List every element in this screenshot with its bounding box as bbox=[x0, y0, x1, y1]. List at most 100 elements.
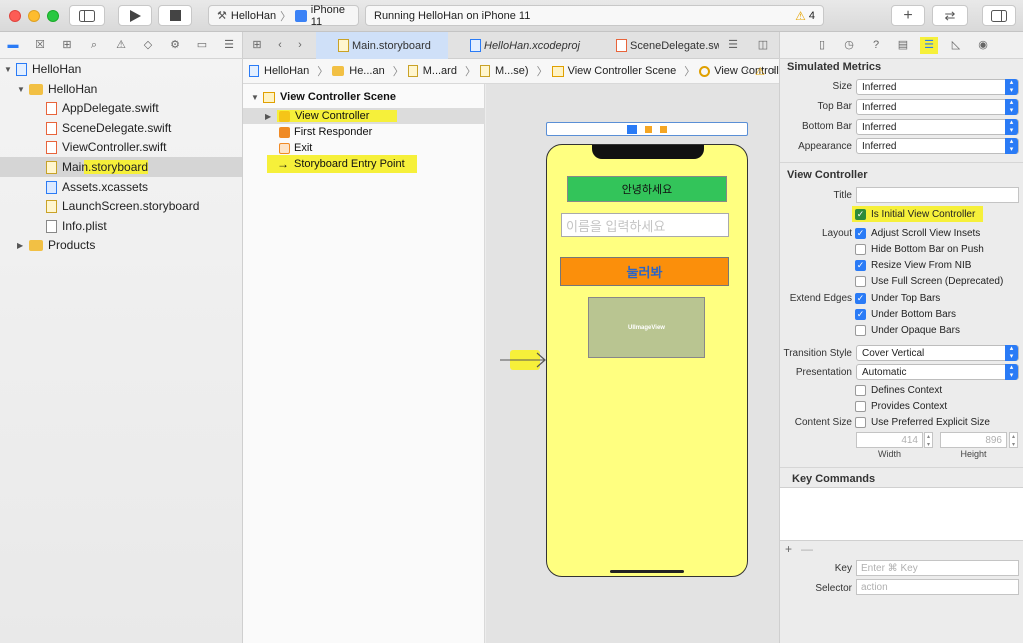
folder-icon[interactable]: ▬ bbox=[6, 39, 20, 52]
breakpoint-icon[interactable]: ▭ bbox=[195, 39, 209, 52]
tab-xcodeproj[interactable]: HelloHan.xcodeproj bbox=[448, 32, 594, 59]
warning-icon[interactable]: ⚠ bbox=[755, 65, 765, 78]
outline-item-exit[interactable]: Exit bbox=[243, 140, 485, 156]
minimize-window-button[interactable] bbox=[28, 10, 40, 22]
provides-context-checkbox[interactable]: Provides Context bbox=[855, 399, 947, 413]
top-bar-popup[interactable]: Inferred ▴ ▾ bbox=[856, 99, 1019, 115]
disclosure-open-icon[interactable]: ▼ bbox=[251, 93, 261, 102]
add-key-command-button[interactable]: + bbox=[785, 542, 792, 556]
source-control-icon[interactable]: ☒ bbox=[33, 39, 47, 52]
height-stepper[interactable]: ▴ ▾ bbox=[1009, 432, 1018, 448]
help-inspector-icon[interactable]: ? bbox=[869, 39, 883, 52]
greeting-label[interactable]: 안녕하세요 bbox=[567, 176, 727, 202]
issue-icon[interactable]: ⚠ bbox=[114, 39, 128, 52]
first-responder-dock-icon[interactable] bbox=[645, 125, 652, 133]
tree-item-file[interactable]: AppDelegate.swift bbox=[0, 98, 242, 118]
jump-bar-item[interactable]: M...se) bbox=[479, 65, 529, 77]
title-field[interactable] bbox=[856, 187, 1019, 203]
iphone-frame[interactable]: 안녕하세요 이름을 입력하세요 눌러봐 UIImageView bbox=[546, 144, 748, 577]
warning-indicator[interactable]: ⚠ 4 bbox=[795, 9, 815, 23]
run-button[interactable] bbox=[118, 5, 152, 26]
under-opaque-bars-checkbox[interactable]: Under Opaque Bars bbox=[855, 323, 960, 337]
size-inspector-icon[interactable]: ◺ bbox=[949, 39, 963, 52]
use-preferred-size-checkbox[interactable]: Use Preferred Explicit Size bbox=[855, 415, 990, 429]
tree-item-file[interactable]: LaunchScreen.storyboard bbox=[0, 196, 242, 216]
under-bottom-bars-checkbox[interactable]: ✓ Under Bottom Bars bbox=[855, 307, 956, 321]
previous-issue-icon[interactable]: ‹ bbox=[745, 65, 749, 77]
transition-style-popup[interactable]: Cover Vertical ▴ ▾ bbox=[856, 345, 1019, 361]
appearance-popup[interactable]: Inferred ▴ ▾ bbox=[856, 138, 1019, 154]
library-button[interactable]: + bbox=[891, 5, 925, 26]
disclosure-open-icon[interactable]: ▼ bbox=[17, 85, 27, 94]
remove-key-command-button[interactable]: — bbox=[801, 542, 813, 556]
press-button[interactable]: 눌러봐 bbox=[560, 257, 729, 286]
tree-item-file[interactable]: Info.plist bbox=[0, 216, 242, 236]
view-controller-dock-icon[interactable] bbox=[627, 124, 637, 134]
outline-item-entry-point[interactable]: → Storyboard Entry Point bbox=[243, 155, 485, 173]
storyboard-canvas[interactable]: 안녕하세요 이름을 입력하세요 눌러봐 UIImageView bbox=[486, 84, 779, 643]
toggle-inspector-button[interactable] bbox=[982, 5, 1016, 26]
test-icon[interactable]: ◇ bbox=[141, 39, 155, 52]
report-icon[interactable]: ☰ bbox=[222, 39, 236, 52]
jump-bar-item[interactable]: View Controller Scene bbox=[551, 65, 676, 77]
outline-item-first-responder[interactable]: First Responder bbox=[243, 124, 485, 140]
toggle-navigator-button[interactable] bbox=[69, 5, 105, 26]
scheme-selector[interactable]: ⚒ HelloHan 〉 iPhone 11 bbox=[208, 4, 359, 28]
defines-context-checkbox[interactable]: Defines Context bbox=[855, 383, 942, 397]
width-field[interactable]: 414 bbox=[856, 432, 923, 448]
history-inspector-icon[interactable]: ◷ bbox=[842, 39, 856, 52]
stop-button[interactable] bbox=[158, 5, 192, 26]
tree-item-file[interactable]: SceneDelegate.swift bbox=[0, 118, 242, 138]
presentation-popup[interactable]: Automatic ▴ ▾ bbox=[856, 364, 1019, 380]
jump-bar-item[interactable]: View Controller bbox=[699, 65, 779, 77]
bottom-bar-popup[interactable]: Inferred ▴ ▾ bbox=[856, 119, 1019, 135]
resize-from-nib-checkbox[interactable]: ✓ Resize View From NIB bbox=[855, 258, 971, 272]
connections-inspector-icon[interactable]: ◉ bbox=[976, 39, 990, 52]
disclosure-closed-icon[interactable]: ▶ bbox=[265, 112, 275, 121]
selector-field[interactable]: action bbox=[856, 579, 1019, 595]
tree-item-project[interactable]: ▼ HelloHan bbox=[0, 59, 242, 79]
size-popup[interactable]: Inferred ▴ ▾ bbox=[856, 79, 1019, 95]
disclosure-closed-icon[interactable]: ▶ bbox=[17, 241, 27, 250]
name-text-field[interactable]: 이름을 입력하세요 bbox=[561, 213, 729, 237]
outline-scene[interactable]: ▼ View Controller Scene bbox=[243, 89, 485, 105]
exit-dock-icon[interactable] bbox=[660, 125, 667, 133]
disclosure-open-icon[interactable]: ▼ bbox=[4, 65, 14, 74]
tree-item-file[interactable]: ViewController.swift bbox=[0, 137, 242, 157]
tab-main-storyboard[interactable]: Main.storyboard bbox=[316, 32, 448, 59]
adjust-scroll-insets-checkbox[interactable]: ✓ Adjust Scroll View Insets bbox=[855, 226, 980, 240]
jump-bar-item[interactable]: HelloHan bbox=[249, 65, 309, 77]
image-view[interactable]: UIImageView bbox=[588, 297, 705, 358]
tree-item-group[interactable]: ▶ Products bbox=[0, 235, 242, 255]
height-field[interactable]: 896 bbox=[940, 432, 1007, 448]
key-field[interactable]: Enter ⌘ Key bbox=[856, 560, 1019, 576]
width-stepper[interactable]: ▴ ▾ bbox=[924, 432, 933, 448]
full-screen-checkbox[interactable]: Use Full Screen (Deprecated) bbox=[855, 274, 1003, 288]
file-inspector-icon[interactable]: ▯ bbox=[815, 39, 829, 52]
tree-item-file-selected[interactable]: Main.storyboard bbox=[0, 157, 242, 177]
back-icon[interactable]: ‹ bbox=[273, 39, 287, 52]
close-window-button[interactable] bbox=[9, 10, 21, 22]
jump-bar-item[interactable]: He...an bbox=[332, 65, 385, 77]
under-top-bars-checkbox[interactable]: ✓ Under Top Bars bbox=[855, 291, 940, 305]
attributes-inspector-icon[interactable]: ☰ bbox=[920, 37, 938, 54]
key-commands-list[interactable] bbox=[780, 487, 1023, 541]
split-editor-icon[interactable]: ◫ bbox=[756, 39, 770, 52]
tree-item-group[interactable]: ▼ HelloHan bbox=[0, 79, 242, 99]
code-review-button[interactable]: ⇄ bbox=[932, 5, 968, 26]
grid-icon[interactable]: ⊞ bbox=[250, 39, 264, 52]
next-issue-icon[interactable]: › bbox=[772, 65, 776, 77]
editor-options-icon[interactable]: ☰ bbox=[726, 39, 740, 52]
hide-bottom-bar-checkbox[interactable]: Hide Bottom Bar on Push bbox=[855, 242, 984, 256]
entry-point-arrow[interactable] bbox=[500, 346, 548, 374]
identity-inspector-icon[interactable]: ▤ bbox=[896, 39, 910, 52]
tree-item-file[interactable]: Assets.xcassets bbox=[0, 177, 242, 197]
search-icon[interactable]: ⌕ bbox=[87, 39, 101, 52]
jump-bar-item[interactable]: M...ard bbox=[407, 65, 457, 77]
tab-scenedelegate[interactable]: SceneDelegate.sw bbox=[594, 32, 719, 59]
hierarchy-icon[interactable]: ⊞ bbox=[60, 39, 74, 52]
initial-vc-checkbox[interactable]: ✓ Is Initial View Controller bbox=[852, 206, 984, 222]
forward-icon[interactable]: › bbox=[293, 39, 307, 52]
debug-icon[interactable]: ⚙ bbox=[168, 39, 182, 52]
outline-item-view-controller[interactable]: ▶ View Controller bbox=[243, 108, 485, 124]
